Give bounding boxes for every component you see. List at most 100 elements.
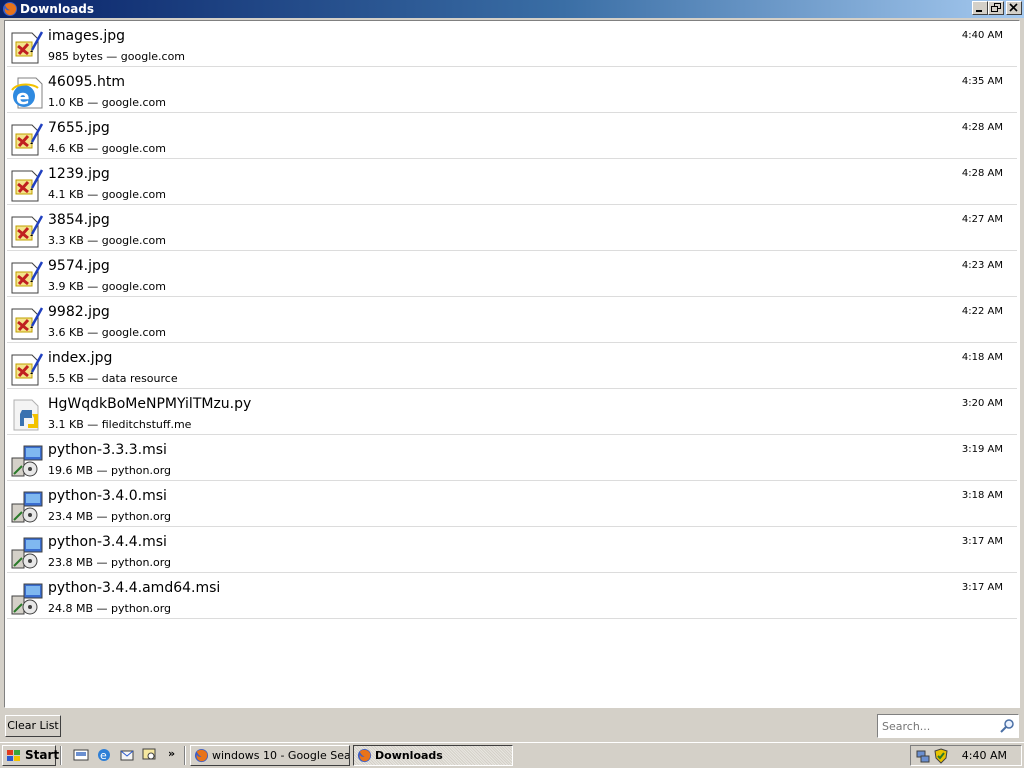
- download-filename: python-3.4.4.msi: [48, 534, 167, 550]
- close-button[interactable]: [1006, 1, 1022, 15]
- download-item[interactable]: python-3.4.0.msi 23.4 MB — python.org 3:18…: [7, 481, 1017, 527]
- minimize-icon: [976, 10, 982, 12]
- download-filename: index.jpg: [48, 350, 113, 366]
- start-button[interactable]: Start: [2, 745, 60, 766]
- download-time: 4:35 AM: [961, 76, 1003, 87]
- download-filename: 9982.jpg: [48, 304, 110, 320]
- title-bar[interactable]: Downloads: [0, 0, 1024, 18]
- download-time: 4:28 AM: [961, 168, 1003, 179]
- download-item[interactable]: e 46095.htm 1.0 KB — google.com 4:35 AM: [7, 67, 1017, 113]
- download-item[interactable]: 7655.jpg 4.6 KB — google.com 4:28 AM: [7, 113, 1017, 159]
- download-item[interactable]: 9574.jpg 3.9 KB — google.com 4:23 AM: [7, 251, 1017, 297]
- svg-text:e: e: [100, 749, 107, 762]
- restore-icon: [991, 3, 1001, 12]
- download-filename: 46095.htm: [48, 74, 125, 90]
- download-size-source: 23.8 MB — python.org: [48, 556, 172, 569]
- internet-explorer-icon[interactable]: e: [96, 747, 112, 763]
- task-button-label: windows 10 - Google Sear...: [212, 749, 350, 762]
- image-file-icon: [10, 168, 44, 202]
- search-icon[interactable]: [999, 718, 1015, 734]
- show-desktop-icon[interactable]: [73, 747, 89, 763]
- window-title: Downloads: [20, 2, 95, 16]
- network-icon[interactable]: [915, 748, 931, 764]
- image-file-icon: [10, 214, 44, 248]
- taskbar-separator: [60, 746, 62, 765]
- download-item[interactable]: images.jpg 985 bytes — google.com 4:40 AM: [7, 21, 1017, 67]
- download-item[interactable]: HgWqdkBoMeNPMYilTMzu.py 3.1 KB — fileditc…: [7, 389, 1017, 435]
- quicklaunch-more-button[interactable]: »: [168, 747, 175, 760]
- download-time: 3:19 AM: [961, 444, 1003, 455]
- image-file-icon: [10, 122, 44, 156]
- download-size-source: 3.6 KB — google.com: [48, 326, 166, 339]
- download-item[interactable]: 1239.jpg 4.1 KB — google.com 4:28 AM: [7, 159, 1017, 205]
- security-shield-icon[interactable]: [933, 748, 949, 764]
- download-time: 4:40 AM: [961, 30, 1003, 41]
- download-size-source: 24.8 MB — python.org: [48, 602, 172, 615]
- outlook-express-icon[interactable]: [119, 747, 135, 763]
- download-item[interactable]: python-3.4.4.amd64.msi 24.8 MB — python.o…: [7, 573, 1017, 619]
- minimize-button[interactable]: [972, 1, 988, 15]
- download-item[interactable]: python-3.3.3.msi 19.6 MB — python.org 3:19…: [7, 435, 1017, 481]
- windows-logo-icon: [7, 750, 20, 761]
- image-file-icon: [10, 306, 44, 340]
- download-filename: images.jpg: [48, 28, 126, 44]
- installer-file-icon: [10, 582, 44, 616]
- download-item[interactable]: index.jpg 5.5 KB — data resource 4:18 AM: [7, 343, 1017, 389]
- firefox-icon: [357, 748, 372, 763]
- download-filename: python-3.3.3.msi: [48, 442, 167, 458]
- search-input[interactable]: [882, 718, 994, 734]
- taskbar: Start e » windows 10 - Google Sear... Do…: [0, 742, 1024, 768]
- start-label: Start: [25, 748, 60, 762]
- installer-file-icon: [10, 490, 44, 524]
- search-box[interactable]: [877, 714, 1019, 738]
- task-button-downloads[interactable]: Downloads: [353, 745, 513, 766]
- download-filename: 9574.jpg: [48, 258, 110, 274]
- search-computer-icon[interactable]: [142, 747, 158, 763]
- download-filename: python-3.4.0.msi: [48, 488, 167, 504]
- image-file-icon: [10, 30, 44, 64]
- download-time: 4:18 AM: [961, 352, 1003, 363]
- download-filename: HgWqdkBoMeNPMYilTMzu.py: [48, 396, 252, 412]
- clock: 4:40 AM: [961, 749, 1007, 762]
- download-item[interactable]: python-3.4.4.msi 23.8 MB — python.org 3:17…: [7, 527, 1017, 573]
- download-size-source: 985 bytes — google.com: [48, 50, 186, 63]
- download-size-source: 1.0 KB — google.com: [48, 96, 166, 109]
- download-item[interactable]: 9982.jpg 3.6 KB — google.com 4:22 AM: [7, 297, 1017, 343]
- download-filename: 7655.jpg: [48, 120, 110, 136]
- python-file-icon: [10, 398, 44, 432]
- download-filename: python-3.4.4.amd64.msi: [48, 580, 221, 596]
- download-size-source: 3.3 KB — google.com: [48, 234, 166, 247]
- download-time: 3:20 AM: [961, 398, 1003, 409]
- download-size-source: 23.4 MB — python.org: [48, 510, 172, 523]
- download-time: 3:18 AM: [961, 490, 1003, 501]
- system-tray: 4:40 AM: [910, 745, 1022, 766]
- installer-file-icon: [10, 444, 44, 478]
- download-time: 4:28 AM: [961, 122, 1003, 133]
- task-button-google-search[interactable]: windows 10 - Google Sear...: [190, 745, 350, 766]
- download-filename: 1239.jpg: [48, 166, 110, 182]
- download-filename: 3854.jpg: [48, 212, 110, 228]
- task-button-label: Downloads: [375, 749, 443, 762]
- download-time: 4:22 AM: [961, 306, 1003, 317]
- download-size-source: 5.5 KB — data resource: [48, 372, 178, 385]
- download-size-source: 3.9 KB — google.com: [48, 280, 166, 293]
- download-time: 3:17 AM: [961, 582, 1003, 593]
- firefox-icon: [3, 2, 17, 16]
- clear-list-button[interactable]: Clear List: [5, 715, 61, 737]
- image-file-icon: [10, 352, 44, 386]
- image-file-icon: [10, 260, 44, 294]
- taskbar-separator: [184, 746, 186, 765]
- download-size-source: 19.6 MB — python.org: [48, 464, 172, 477]
- download-time: 3:17 AM: [961, 536, 1003, 547]
- svg-text:e: e: [16, 85, 30, 109]
- download-time: 4:23 AM: [961, 260, 1003, 271]
- firefox-icon: [194, 748, 209, 763]
- download-size-source: 4.1 KB — google.com: [48, 188, 166, 201]
- download-size-source: 4.6 KB — google.com: [48, 142, 166, 155]
- installer-file-icon: [10, 536, 44, 570]
- restore-button[interactable]: [988, 1, 1004, 15]
- download-time: 4:27 AM: [961, 214, 1003, 225]
- downloads-list[interactable]: images.jpg 985 bytes — google.com 4:40 AM e…: [4, 20, 1020, 708]
- close-icon: [1009, 3, 1018, 12]
- download-item[interactable]: 3854.jpg 3.3 KB — google.com 4:27 AM: [7, 205, 1017, 251]
